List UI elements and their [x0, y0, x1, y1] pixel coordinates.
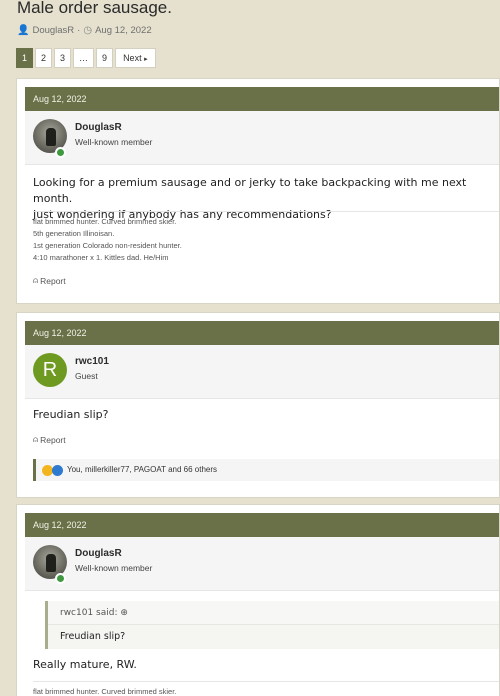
thread-date[interactable]: Aug 12, 2022	[95, 25, 152, 36]
signature-line: flat brimmed hunter. Curved brimmed skie…	[33, 217, 177, 226]
online-status-icon	[55, 573, 66, 584]
signature-line: 5th generation Illinoisan.	[33, 229, 115, 238]
chevron-right-icon: ▸	[144, 56, 148, 63]
page-jump-ellipsis[interactable]: …	[73, 48, 95, 68]
signature: flat brimmed hunter. Curved brimmed skie…	[33, 681, 499, 696]
thread-meta: 👤 DouglasR · ◷ Aug 12, 2022	[17, 25, 152, 36]
message-line: Freudian slip?	[33, 408, 109, 421]
username[interactable]: DouglasR	[75, 548, 122, 559]
post-date-bar[interactable]: Aug 12, 2022	[25, 321, 499, 345]
user-title: Well-known member	[75, 137, 153, 147]
report-button[interactable]: ⍝ Report	[33, 434, 66, 445]
message-body: Really mature, RW.	[33, 657, 137, 673]
reactions-text[interactable]: You, millerkiller77, PAGOAT and 66 other…	[67, 459, 217, 481]
arrow-up-circle-icon[interactable]: ⊕	[120, 608, 128, 618]
signature-line: 1st generation Colorado non-resident hun…	[33, 241, 182, 250]
user-icon: 👤	[17, 25, 30, 36]
avatar-figure	[46, 554, 56, 572]
page-link-2[interactable]: 2	[35, 48, 53, 68]
thread-author[interactable]: DouglasR	[32, 25, 74, 36]
user-title: Guest	[75, 371, 98, 381]
message-line: Looking for a premium sausage and or jer…	[33, 176, 467, 205]
page-link-3[interactable]: 3	[54, 48, 72, 68]
reactions-bar[interactable]: You, millerkiller77, PAGOAT and 66 other…	[33, 459, 499, 481]
quote-body: Freudian slip?	[60, 631, 126, 642]
signature-line: 4:10 marathoner x 1. Kittles dad. He/Him	[33, 253, 169, 262]
signature-line: flat brimmed hunter. Curved brimmed skie…	[33, 687, 177, 696]
username[interactable]: DouglasR	[75, 122, 122, 133]
report-label: Report	[40, 434, 66, 445]
user-block: DouglasR Well-known member	[25, 111, 499, 165]
clock-icon: ◷	[83, 25, 93, 36]
thread-title: Male order sausage.	[17, 0, 172, 17]
post-1: Aug 12, 2022 DouglasR Well-known member …	[16, 78, 500, 304]
username[interactable]: rwc101	[75, 356, 109, 367]
bell-icon: ⍝	[33, 275, 39, 285]
post-3: Aug 12, 2022 DouglasR Well-known member …	[16, 504, 500, 696]
online-status-icon	[55, 147, 66, 158]
page-link-9[interactable]: 9	[96, 48, 114, 68]
quote-header[interactable]: rwc101 said: ⊕	[48, 601, 499, 625]
quote-author: rwc101 said:	[60, 608, 118, 618]
bell-icon: ⍝	[33, 434, 39, 444]
signature: flat brimmed hunter. Curved brimmed skie…	[33, 211, 499, 264]
post-date-bar[interactable]: Aug 12, 2022	[25, 513, 499, 537]
message-line: Really mature, RW.	[33, 658, 137, 671]
user-title: Well-known member	[75, 563, 153, 573]
pagination: 1 2 3 … 9 Next ▸	[16, 48, 156, 68]
meta-separator: ·	[77, 25, 81, 36]
next-page-button[interactable]: Next ▸	[115, 48, 156, 68]
post-2: Aug 12, 2022 R rwc101 Guest Freudian sli…	[16, 312, 500, 498]
quote-block: rwc101 said: ⊕ Freudian slip?	[45, 601, 499, 649]
user-block: R rwc101 Guest	[25, 345, 499, 399]
next-label: Next	[123, 53, 142, 63]
page-link-1[interactable]: 1	[16, 48, 34, 68]
avatar-figure	[46, 128, 56, 146]
message-body: Freudian slip?	[33, 407, 108, 423]
report-label: Report	[40, 275, 66, 286]
user-block: DouglasR Well-known member	[25, 537, 499, 591]
avatar[interactable]: R	[33, 353, 67, 387]
like-reaction-icon	[52, 464, 63, 476]
report-button[interactable]: ⍝ Report	[33, 275, 66, 286]
post-date-bar[interactable]: Aug 12, 2022	[25, 87, 499, 111]
